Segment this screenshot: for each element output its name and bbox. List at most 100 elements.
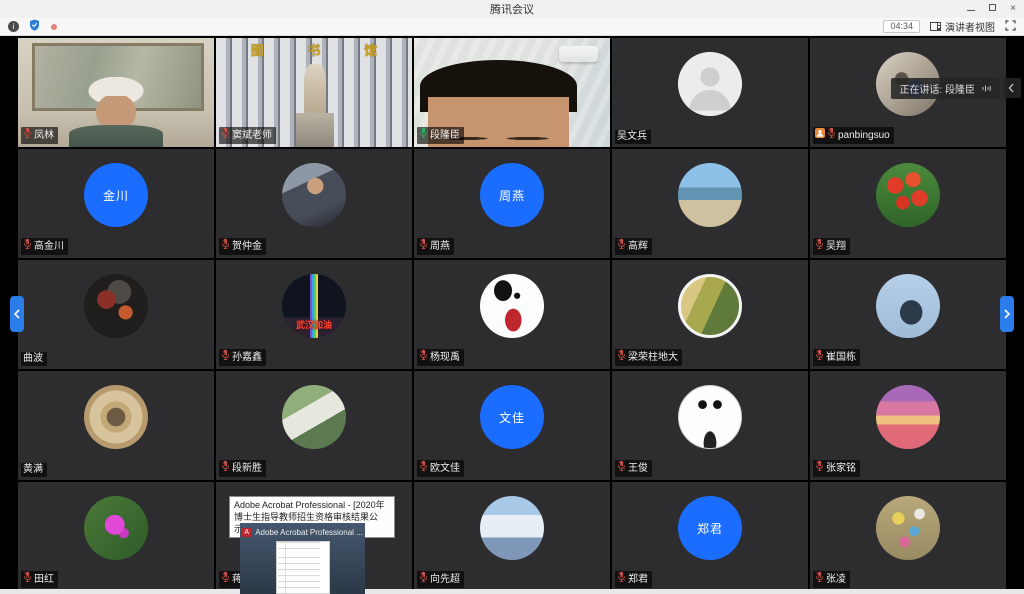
participant-tile[interactable]: 田红 [18,482,214,591]
video-grid-stage: 凤林 图 书 馆 窦斌老师 段隆臣 吴文兵 panbingsuo 金川 [0,36,1024,594]
record-icon[interactable] [50,18,58,36]
participant-tile[interactable]: 高辉 [612,149,808,258]
participant-name: 高金川 [34,240,64,254]
participant-name-label: 黄满 [21,463,47,477]
participant-name: 向先超 [430,573,460,587]
avatar-photo [876,163,940,227]
avatar-photo [84,385,148,449]
participant-tile[interactable]: 张家铭 [810,371,1006,480]
avatar-photo [678,385,742,449]
toast-back-arrow[interactable] [1003,78,1021,98]
participant-name: panbingsuo [838,129,890,143]
participant-name-label: 周燕 [417,238,454,255]
avatar-initials: 金川 [84,163,148,227]
mic-muted-icon [23,127,32,144]
avatar-photo [84,274,148,338]
mic-muted-icon [221,127,230,144]
avatar-photo [876,385,940,449]
participant-name: 郑君 [628,573,648,587]
mic-muted-icon [815,460,824,477]
participant-name: 吴文兵 [617,130,647,144]
participant-name: 窦斌老师 [232,129,272,143]
avatar-initials: 郑君 [678,496,742,560]
speaker-view-icon [930,22,941,31]
participant-tile[interactable]: 梁荣柱地大 [612,260,808,369]
maximize-button[interactable] [989,4,996,14]
participant-name-label: 贺仲金 [219,238,266,255]
participant-tile[interactable]: 吴翔 [810,149,1006,258]
minimize-button[interactable] [967,4,975,14]
participant-name: 段隆臣 [430,129,460,143]
participant-name-label: 吴文兵 [615,130,651,144]
participant-name-label: 凤林 [21,127,58,144]
avatar-photo [876,274,940,338]
mic-muted-icon [419,238,428,255]
participant-name-label: 段新胜 [219,460,266,477]
mic-muted-icon [221,460,230,477]
video-scene-layer [559,46,598,62]
avatar-photo [876,496,940,560]
participant-grid: 凤林 图 书 馆 窦斌老师 段隆臣 吴文兵 panbingsuo 金川 [0,36,1024,591]
participant-name: 高辉 [628,240,648,254]
participant-tile[interactable]: 杨现禹 [414,260,610,369]
participant-name-label: 田红 [21,571,58,588]
mic-muted-icon [815,349,824,366]
speaker-view-button[interactable]: 演讲者视图 [930,19,995,34]
participant-tile[interactable]: 文佳 欧文佳 [414,371,610,480]
mic-muted-icon [23,238,32,255]
participant-tile[interactable]: 武汉加油 孙嘉鑫 [216,260,412,369]
avatar-silhouette [678,52,742,116]
participant-tile[interactable]: 贺仲金 [216,149,412,258]
participant-name-label: 吴翔 [813,238,850,255]
mic-muted-icon [827,127,836,144]
avatar-overlay-text: 武汉加油 [282,318,346,331]
mic-muted-icon [221,571,230,588]
participant-tile[interactable]: 图 书 馆 窦斌老师 [216,38,412,147]
participant-tile[interactable]: 金川 高金川 [18,149,214,258]
participant-tile[interactable]: 王俊 [612,371,808,480]
meeting-toolbar: i 04:34 演讲者视图 [0,18,1024,36]
participant-name-label: 曲波 [21,352,47,366]
participant-name: 梁荣柱地大 [628,351,678,365]
participant-tile[interactable]: 凤林 [18,38,214,147]
title-bar: 腾讯会议 × [0,0,1024,18]
mic-speaking-icon [419,127,428,144]
participant-name: 欧文佳 [430,462,460,476]
window-title: 腾讯会议 [490,1,534,17]
participant-name: 黄满 [23,463,43,477]
participant-tile[interactable]: 黄满 [18,371,214,480]
next-page-arrow[interactable] [1000,296,1014,332]
participant-tile[interactable]: 周燕 周燕 [414,149,610,258]
security-shield-icon[interactable] [29,18,40,36]
participant-tile[interactable]: 向先超 [414,482,610,591]
info-icon[interactable]: i [8,21,19,32]
avatar-photo [282,163,346,227]
participant-name-label: 张凌 [813,571,850,588]
close-button[interactable]: × [1010,4,1016,14]
previous-page-arrow[interactable] [10,296,24,332]
participant-name: 吴翔 [826,240,846,254]
video-scene-layer [304,64,326,114]
participant-tile[interactable]: 曲波 [18,260,214,369]
participant-tile[interactable]: 崔国栋 [810,260,1006,369]
video-scene-layer [69,125,163,147]
screen-share-preview[interactable]: A Adobe Acrobat Professional ... [240,523,365,594]
speaking-notification: 正在讲话: 段隆臣 [891,78,1000,99]
participant-tile[interactable]: 郑君 郑君 [612,482,808,591]
fullscreen-icon[interactable] [1005,18,1016,36]
avatar-photo [678,274,742,338]
participant-name: 凤林 [34,129,54,143]
avatar-initials: 周燕 [480,163,544,227]
participant-tile[interactable]: 吴文兵 [612,38,808,147]
mic-muted-icon [419,349,428,366]
participant-name-label: 欧文佳 [417,460,464,477]
participant-tile[interactable]: 段隆臣 [414,38,610,147]
participant-name: 孙嘉鑫 [232,351,262,365]
participant-tile[interactable]: 张凌 [810,482,1006,591]
mic-muted-icon [617,571,626,588]
participant-name: 段新胜 [232,462,262,476]
mic-muted-icon [815,571,824,588]
participant-name: 王俊 [628,462,648,476]
mic-muted-icon [419,460,428,477]
participant-tile[interactable]: 段新胜 [216,371,412,480]
